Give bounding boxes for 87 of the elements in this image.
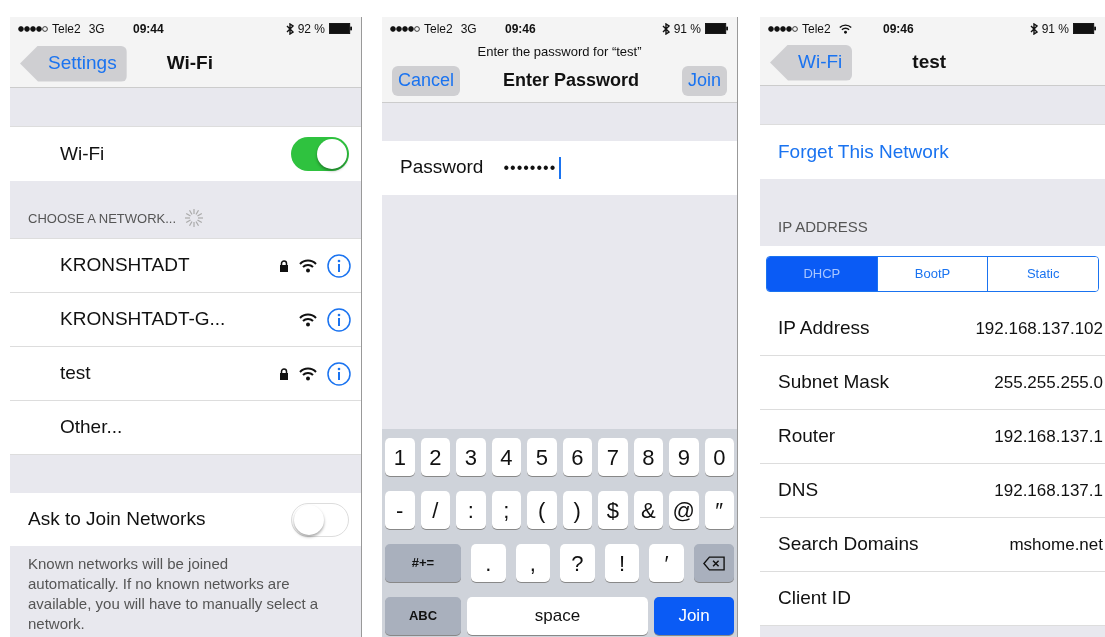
row-label: Router <box>778 424 837 449</box>
carrier-name: Tele2 <box>802 20 831 38</box>
info-icon[interactable] <box>327 307 351 332</box>
keyboard-key[interactable]: 9 <box>669 438 699 476</box>
wifi-signal-icon <box>838 23 852 34</box>
section-header: CHOOSE A NETWORK... <box>28 209 177 228</box>
keyboard-key[interactable]: 6 <box>562 438 592 476</box>
keyboard-key[interactable]: ) <box>562 491 592 529</box>
join-key[interactable]: Join <box>654 597 734 635</box>
keyboard-key[interactable]: ! <box>604 544 640 582</box>
clock-time: 09:44 <box>133 20 165 38</box>
keyboard-key[interactable]: 0 <box>704 438 734 476</box>
keyboard-key[interactable]: / <box>420 491 450 529</box>
row-value: 192.168.137.1 <box>994 479 1103 502</box>
toggle-switch[interactable] <box>291 502 349 537</box>
keyboard-key[interactable]: ? <box>560 544 595 582</box>
signal-dots-icon <box>18 25 48 32</box>
password-prompt: Enter the password for “test” <box>476 43 643 61</box>
keyboard-key[interactable]: 2 <box>420 438 450 476</box>
other-network[interactable]: Other... <box>60 413 123 442</box>
backspace-icon <box>702 555 725 571</box>
row-value: 255.255.255.0 <box>994 371 1103 394</box>
segment-tab[interactable]: Static <box>987 257 1098 291</box>
keyboard-key[interactable]: @ <box>669 491 699 529</box>
carrier-name: Tele2 <box>424 20 453 38</box>
mode-key[interactable]: #+= <box>385 544 461 582</box>
keyboard-key[interactable]: 5 <box>527 438 557 476</box>
battery-percent: 91 % <box>1041 20 1069 38</box>
wifi-signal-icon <box>299 312 317 327</box>
clock-time: 09:46 <box>505 20 537 38</box>
bluetooth-icon <box>661 22 670 35</box>
keyboard-key[interactable]: ″ <box>704 491 734 529</box>
loading-spinner-icon <box>184 208 205 228</box>
delete-key[interactable] <box>693 544 734 582</box>
keyboard-key[interactable]: 1 <box>385 438 415 476</box>
row-label: Wi-Fi <box>60 141 106 166</box>
keyboard-key[interactable]: , <box>515 544 551 582</box>
keyboard-key[interactable]: ; <box>491 491 521 529</box>
info-icon[interactable] <box>327 253 351 278</box>
screen-title: test <box>912 50 947 75</box>
row-value: mshome.net <box>1009 533 1103 556</box>
toggle-switch[interactable] <box>291 137 349 171</box>
row-value: 192.168.137.102 <box>975 317 1103 340</box>
keyboard-key[interactable]: . <box>471 544 506 582</box>
row-label: IP Address <box>778 316 871 341</box>
keyboard-key[interactable]: ′ <box>649 544 684 582</box>
row-value: 192.168.137.1 <box>994 425 1103 448</box>
lock-icon <box>279 367 289 380</box>
row-label: Subnet Mask <box>778 370 890 395</box>
footer-note: Known networks will be joined automatically. If no known networks are available, you will have to manually select a network. <box>27 554 320 634</box>
bluetooth-icon <box>1029 22 1038 35</box>
bluetooth-icon <box>285 22 294 35</box>
keyboard-key[interactable]: $ <box>598 491 628 529</box>
section-header: IP ADDRESS <box>778 216 868 237</box>
screen-title: Wi-Fi <box>166 51 213 76</box>
row-label: DNS <box>778 478 820 503</box>
battery-percent: 92 % <box>297 20 325 38</box>
network-type: 3G <box>88 20 105 38</box>
keyboard-key[interactable]: ( <box>527 491 557 529</box>
row-label: Ask to Join Networks <box>28 507 207 532</box>
clock-time: 09:46 <box>883 20 915 38</box>
keyboard-key[interactable]: 4 <box>491 438 521 476</box>
keyboard-key[interactable]: 3 <box>456 438 486 476</box>
battery-icon <box>329 23 353 34</box>
row-label: Search Domains <box>778 532 920 557</box>
password-field[interactable]: •••••••• <box>503 155 562 180</box>
keyboard-key[interactable]: 8 <box>633 438 663 476</box>
battery-percent: 91 % <box>673 20 701 38</box>
keyboard-key[interactable]: - <box>385 491 415 529</box>
lock-icon <box>279 259 289 272</box>
wifi-signal-icon <box>299 366 317 381</box>
field-label: Password <box>400 155 484 180</box>
screen-title: Enter Password <box>502 69 639 92</box>
signal-dots-icon <box>390 25 420 32</box>
space-key[interactable]: space <box>467 597 648 635</box>
battery-icon <box>1073 23 1097 34</box>
network-type: 3G <box>460 20 477 38</box>
info-icon[interactable] <box>327 361 351 386</box>
battery-icon <box>705 23 729 34</box>
keyboard-key[interactable]: : <box>456 491 486 529</box>
wifi-signal-icon <box>299 258 317 273</box>
signal-dots-icon <box>768 25 798 32</box>
carrier-name: Tele2 <box>52 20 81 38</box>
row-label: Client ID <box>778 586 852 611</box>
mode-key[interactable]: ABC <box>385 597 461 635</box>
keyboard-key[interactable]: 7 <box>598 438 628 476</box>
keyboard-key[interactable]: & <box>633 491 663 529</box>
